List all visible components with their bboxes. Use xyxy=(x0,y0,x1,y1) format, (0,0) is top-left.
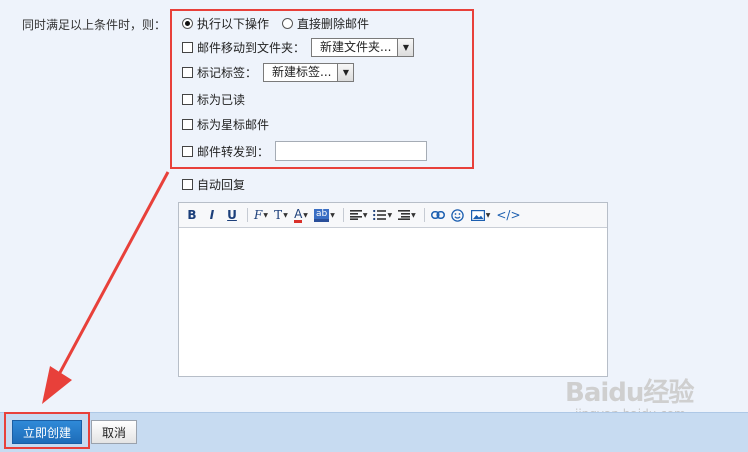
italic-icon[interactable]: I xyxy=(205,206,219,224)
underline-icon[interactable]: U xyxy=(225,206,239,224)
indent-icon[interactable]: ▼ xyxy=(398,206,416,224)
auto-reply-label: 自动回复 xyxy=(197,177,246,192)
bold-icon[interactable]: B xyxy=(185,206,199,224)
auto-reply-editor: B I U F ▼ T ▼ A ▼ ab ▼ ▼ ▼ ▼ ▼ </> xyxy=(178,202,608,377)
background-color-icon[interactable]: ab ▼ xyxy=(314,206,335,224)
link-icon[interactable] xyxy=(430,206,445,224)
font-family-icon[interactable]: F ▼ xyxy=(254,206,268,224)
auto-reply-checkbox[interactable] xyxy=(182,178,193,190)
arrow-head xyxy=(42,366,72,404)
image-icon[interactable]: ▼ xyxy=(470,206,490,224)
font-color-icon[interactable]: A ▼ xyxy=(294,206,308,224)
align-icon[interactable]: ▼ xyxy=(349,206,367,224)
toolbar-divider xyxy=(247,208,248,222)
actions-highlight-box xyxy=(170,9,474,169)
create-button-highlight-box xyxy=(4,412,90,449)
emoticon-icon[interactable] xyxy=(451,206,465,224)
unordered-list-icon[interactable]: ▼ xyxy=(373,206,392,224)
arrow-shaft xyxy=(54,171,170,381)
cancel-button[interactable]: 取消 xyxy=(91,420,137,444)
html-source-icon[interactable]: </> xyxy=(496,206,520,224)
font-size-icon[interactable]: T ▼ xyxy=(274,206,288,224)
toolbar-divider xyxy=(423,208,425,222)
conditions-label: 同时满足以上条件时，则： xyxy=(22,18,167,32)
editor-toolbar: B I U F ▼ T ▼ A ▼ ab ▼ ▼ ▼ ▼ ▼ </> xyxy=(179,203,607,228)
toolbar-divider xyxy=(342,208,344,222)
watermark-logo: Baidu经验 xyxy=(565,378,694,408)
editor-body[interactable] xyxy=(179,228,607,376)
auto-reply-row: 自动回复 xyxy=(182,175,245,193)
